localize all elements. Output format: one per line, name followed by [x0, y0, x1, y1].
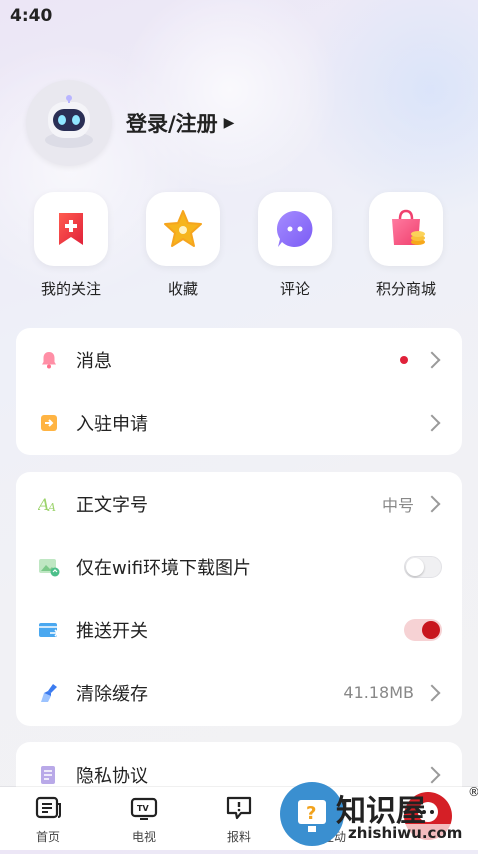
tab-tv[interactable]: TV 电视: [114, 795, 174, 845]
report-icon: [226, 796, 252, 820]
chevron-right-icon: [423, 414, 441, 431]
svg-text:®: ®: [468, 785, 478, 799]
unread-badge: [400, 355, 408, 364]
font-size-label: 正文字号: [76, 494, 148, 516]
chevron-right-icon: [423, 351, 441, 368]
messages-label: 消息: [76, 350, 112, 372]
row-wifi-images: 仅在wifi环境下载图片: [16, 535, 462, 598]
avatar[interactable]: [26, 80, 112, 166]
quick-follow[interactable]: 我的关注: [21, 192, 121, 299]
image-wifi-icon: [38, 556, 60, 578]
tv-icon: TV: [130, 797, 158, 820]
row-push: 推送开关: [16, 598, 462, 661]
quick-favorites-label: 收藏: [167, 280, 198, 298]
push-label: 推送开关: [76, 620, 148, 642]
cache-size-value: 41.18MB: [343, 683, 414, 702]
star-icon: [164, 210, 202, 247]
watermark-domain: zhishiwu.com: [348, 824, 463, 842]
tab-home[interactable]: 首页: [18, 795, 78, 845]
quick-points-mall[interactable]: 积分商城: [356, 192, 456, 299]
wifi-images-label: 仅在wifi环境下载图片: [76, 557, 252, 579]
row-messages[interactable]: 消息: [16, 328, 462, 391]
apply-label: 入驻申请: [76, 413, 148, 435]
login-register-link[interactable]: 登录/注册 ▶: [126, 108, 234, 138]
svg-text:?: ?: [306, 803, 316, 824]
font-size-icon: AA: [38, 493, 60, 515]
wifi-images-toggle[interactable]: [404, 555, 442, 578]
profile-header[interactable]: 登录/注册 ▶: [26, 80, 234, 166]
row-font-size[interactable]: AA 正文字号 中号: [16, 472, 462, 535]
row-clear-cache[interactable]: 清除缓存 41.18MB: [16, 661, 462, 724]
shopping-bag-icon: [392, 209, 425, 245]
chevron-right-icon: [423, 495, 441, 512]
card-settings: AA 正文字号 中号 仅在wifi环境下载图片 推送开关 清除缓存 41.18M…: [16, 472, 462, 726]
clear-cache-label: 清除缓存: [76, 683, 148, 705]
chevron-right-icon: [423, 766, 441, 784]
quick-comments[interactable]: 评论: [245, 192, 345, 299]
quick-actions: 我的关注 收藏 评论 积分商城: [0, 192, 478, 302]
tab-tv-label: 电视: [131, 830, 156, 844]
login-label: 登录/注册: [126, 112, 218, 136]
tab-report[interactable]: 报料: [209, 795, 269, 845]
svg-text:A: A: [47, 501, 56, 514]
quick-comments-label: 评论: [279, 280, 310, 298]
push-toggle[interactable]: [404, 618, 442, 641]
svg-text:TV: TV: [137, 804, 149, 813]
caret-right-icon: ▶: [223, 115, 235, 131]
bookmark-plus-icon: [59, 213, 83, 245]
chat-bubble-icon: [276, 210, 313, 247]
quick-favorites[interactable]: 收藏: [133, 192, 233, 299]
broom-icon: [38, 682, 60, 704]
news-icon: [35, 796, 61, 819]
font-size-value: 中号: [381, 495, 414, 515]
status-time: 4:40: [10, 6, 53, 26]
watermark: ? ® 知识屋 zhishiwu.com: [278, 782, 478, 850]
chevron-right-icon: [423, 684, 441, 701]
robot-avatar-icon: [45, 95, 93, 148]
push-icon: [38, 619, 60, 641]
quick-points-mall-label: 积分商城: [375, 280, 436, 298]
bell-icon: [38, 349, 60, 371]
quick-follow-label: 我的关注: [40, 280, 101, 298]
tab-report-label: 报料: [226, 830, 251, 844]
row-apply[interactable]: 入驻申请: [16, 391, 462, 454]
document-icon: [38, 764, 60, 786]
tab-home-label: 首页: [35, 830, 60, 844]
enter-icon: [38, 412, 60, 434]
card-messages: 消息 入驻申请: [16, 328, 462, 455]
